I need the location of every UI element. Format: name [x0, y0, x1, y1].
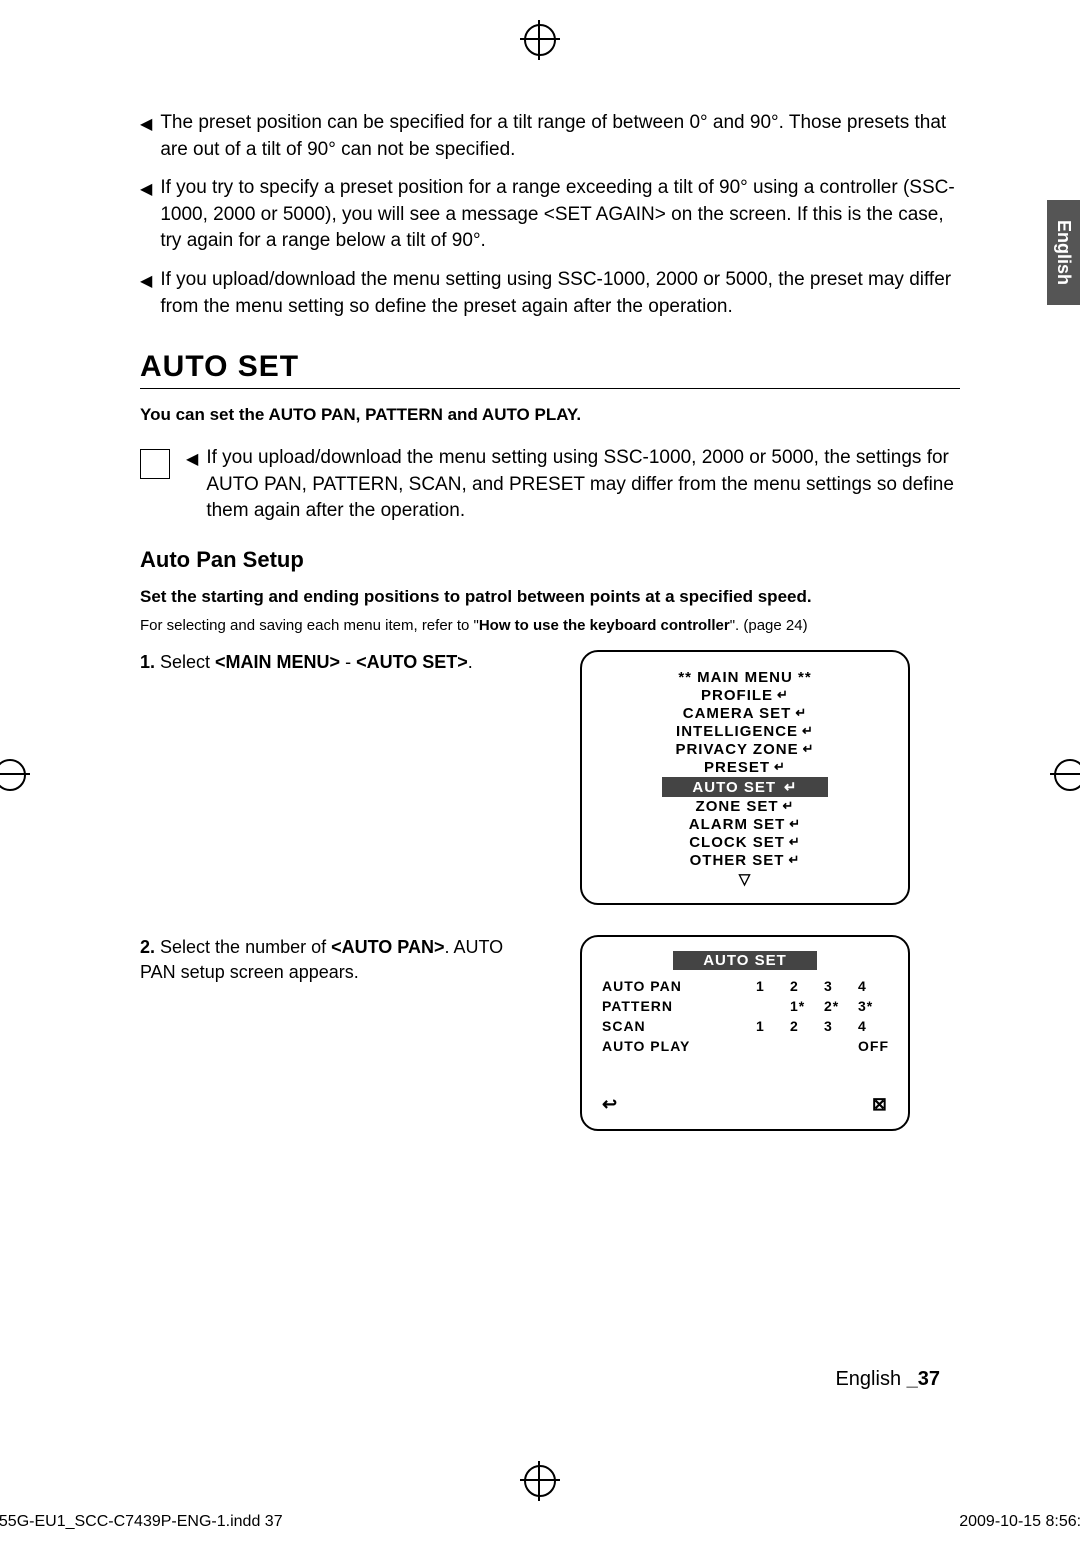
note-icon [140, 449, 170, 479]
osd2-label: AUTO PAN [602, 978, 752, 994]
close-icon: ⊠ [872, 1094, 888, 1115]
enter-icon: ↵ [803, 741, 815, 757]
enter-icon: ↵ [789, 816, 801, 832]
section-subtitle: You can set the AUTO PAN, PATTERN and AU… [140, 405, 960, 425]
osd2-cell [756, 998, 786, 1014]
osd2-footer: ↩ ⊠ [602, 1094, 888, 1115]
step-num: 1. [140, 652, 155, 672]
enter-icon: ↵ [783, 798, 795, 814]
osd2-cell: 1 [756, 978, 786, 994]
page-number: English _37 [835, 1368, 940, 1391]
osd2-title: AUTO SET [602, 951, 888, 970]
autopan-desc: Set the starting and ending positions to… [140, 587, 960, 607]
step-body: Select [155, 652, 215, 672]
back-icon: ↩ [602, 1094, 618, 1115]
osd2-cell: 4 [858, 1018, 888, 1034]
osd-title: ** MAIN MENU ** [604, 669, 886, 686]
osd2-cell: 4 [858, 978, 888, 994]
registration-mark-top [520, 20, 560, 60]
step-1: 1. Select <MAIN MENU> - <AUTO SET>. ** M… [140, 650, 960, 905]
down-icon: ▽ [604, 870, 886, 888]
osd-item: PROFILE↵ [604, 687, 886, 704]
step-post: . [468, 652, 473, 672]
language-tab: English [1047, 200, 1080, 305]
bullet-item: ◀ If you upload/download the menu settin… [186, 445, 960, 525]
page-num: _37 [907, 1368, 940, 1390]
registration-mark-left [0, 755, 30, 795]
triangle-icon: ◀ [186, 445, 198, 525]
indesign-info-left: 955G-EU1_SCC-C7439P-ENG-1.indd 37 [0, 1513, 283, 1531]
osd2-grid: AUTO PAN 1 2 3 4 PATTERN 1* 2* 3* SCAN 1… [602, 978, 888, 1054]
bullet-item: ◀ If you upload/download the menu settin… [140, 267, 960, 320]
step-2: 2. Select the number of <AUTO PAN>. AUTO… [140, 935, 960, 1131]
osd-main-menu: ** MAIN MENU ** PROFILE↵ CAMERA SET↵ INT… [580, 650, 910, 905]
bullet-text: If you upload/download the menu setting … [160, 267, 960, 320]
page-lang: English [835, 1368, 906, 1390]
step-bold: <AUTO SET> [356, 652, 468, 672]
osd2-cell [756, 1038, 786, 1054]
step-body: Select the number of [155, 937, 331, 957]
enter-icon: ↵ [788, 852, 800, 868]
refer-pre: For selecting and saving each menu item,… [140, 617, 479, 634]
osd-auto-set: AUTO SET AUTO PAN 1 2 3 4 PATTERN 1* 2* … [580, 935, 910, 1131]
bullet-item: ◀ If you try to specify a preset positio… [140, 175, 960, 255]
osd-item: CAMERA SET↵ [604, 705, 886, 722]
registration-mark-right [1050, 755, 1080, 795]
bullet-text: If you try to specify a preset position … [160, 175, 960, 255]
step-1-text: 1. Select <MAIN MENU> - <AUTO SET>. [140, 650, 540, 905]
autopan-title: Auto Pan Setup [140, 547, 960, 573]
osd2-cell: 2* [824, 998, 854, 1014]
osd-item: ALARM SET↵ [604, 816, 886, 833]
osd-item: INTELLIGENCE↵ [604, 723, 886, 740]
osd-selected: AUTO SET↵ [604, 777, 886, 797]
osd2-cell [824, 1038, 854, 1054]
osd2-cell: 2 [790, 1018, 820, 1034]
enter-icon: ↵ [777, 687, 789, 703]
osd2-label: SCAN [602, 1018, 752, 1034]
triangle-icon: ◀ [140, 175, 152, 255]
osd2-cell: 3 [824, 978, 854, 994]
enter-icon: ↵ [802, 723, 814, 739]
osd-item: ZONE SET↵ [604, 798, 886, 815]
step-bold: <AUTO PAN> [331, 937, 444, 957]
osd2-cell: 2 [790, 978, 820, 994]
osd2-cell: 3* [858, 998, 888, 1014]
osd2-cell [790, 1038, 820, 1054]
refer-row: For selecting and saving each menu item,… [140, 617, 960, 634]
osd2-cell: 3 [824, 1018, 854, 1034]
osd-item: PRESET↵ [604, 759, 886, 776]
osd-item: PRIVACY ZONE↵ [604, 741, 886, 758]
page-content: ◀ The preset position can be specified f… [140, 110, 960, 1161]
enter-icon: ↵ [789, 834, 801, 850]
osd-item: OTHER SET↵ [604, 852, 886, 869]
note-row: ◀ If you upload/download the menu settin… [140, 445, 960, 525]
section-title: AUTO SET [140, 350, 960, 389]
osd2-cell: OFF [858, 1038, 888, 1054]
step-2-text: 2. Select the number of <AUTO PAN>. AUTO… [140, 935, 540, 1131]
top-bullets: ◀ The preset position can be specified f… [140, 110, 960, 320]
bullet-text: The preset position can be specified for… [160, 110, 960, 163]
triangle-icon: ◀ [140, 110, 152, 163]
step-mid: - [340, 652, 356, 672]
step-num: 2. [140, 937, 155, 957]
osd2-cell: 1* [790, 998, 820, 1014]
note-text: If you upload/download the menu setting … [206, 445, 960, 525]
osd2-cell: 1 [756, 1018, 786, 1034]
osd-item: CLOCK SET↵ [604, 834, 886, 851]
bullet-item: ◀ The preset position can be specified f… [140, 110, 960, 163]
indesign-info-right: 2009-10-15 8:56:2 [959, 1513, 1080, 1531]
osd2-label: PATTERN [602, 998, 752, 1014]
refer-post: ". (page 24) [730, 617, 808, 634]
osd2-label: AUTO PLAY [602, 1038, 752, 1054]
refer-bold: How to use the keyboard controller [479, 617, 730, 634]
step-bold: <MAIN MENU> [215, 652, 340, 672]
registration-mark-bottom [520, 1461, 560, 1501]
enter-icon: ↵ [795, 705, 807, 721]
enter-icon: ↵ [774, 759, 786, 775]
triangle-icon: ◀ [140, 267, 152, 320]
